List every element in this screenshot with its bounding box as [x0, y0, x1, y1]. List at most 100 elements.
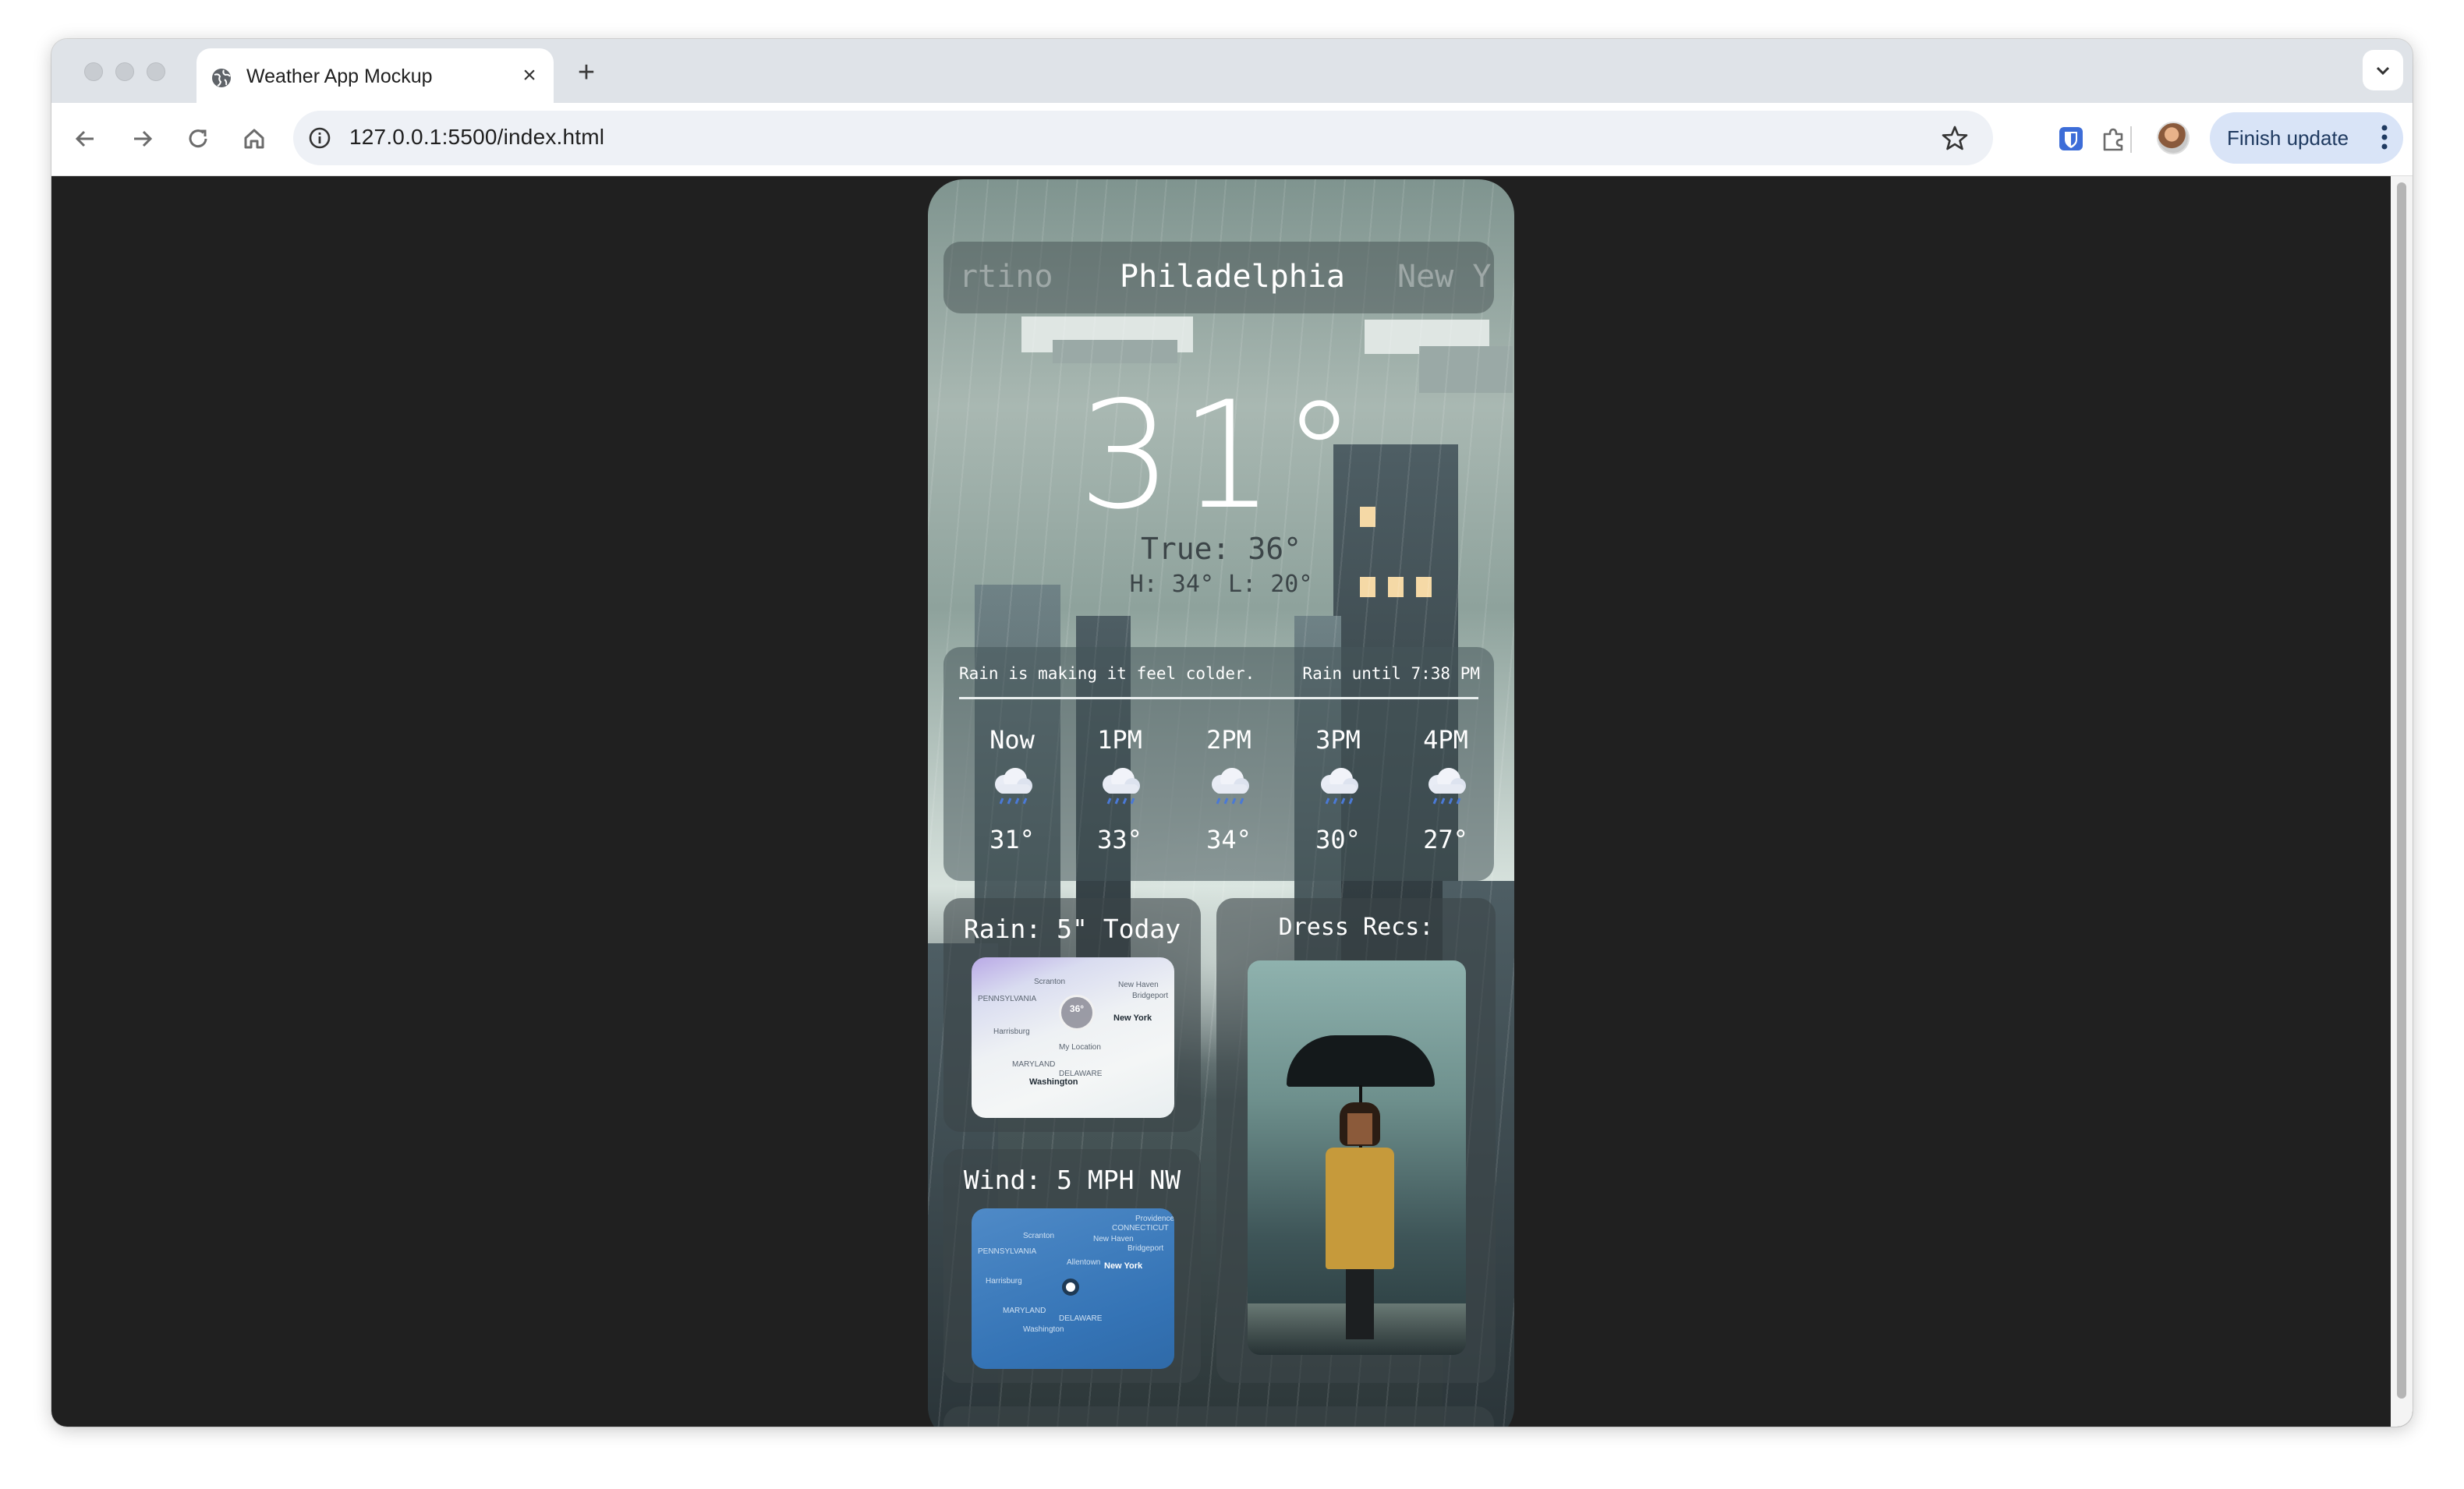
chevron-down-icon [2376, 66, 2390, 76]
wind-card-title: Wind: 5 MPH NW [963, 1165, 1181, 1195]
reload-icon[interactable] [182, 123, 214, 154]
tab-search-button[interactable] [2363, 50, 2403, 90]
map-label: DELAWARE [1059, 1314, 1103, 1323]
map-label: Scranton [1023, 1232, 1055, 1240]
window-close-button[interactable] [84, 62, 103, 81]
site-info-icon[interactable] [307, 126, 332, 150]
map-label: Bridgeport [1128, 1244, 1164, 1253]
person-legs [1346, 1269, 1374, 1339]
tab-close-icon[interactable]: × [516, 62, 543, 89]
profile-avatar[interactable] [2157, 122, 2190, 154]
raincoat-illustration [1326, 1148, 1394, 1269]
map-label: New Haven [1093, 1235, 1134, 1243]
wind-location-marker[interactable] [1062, 1279, 1079, 1296]
tab-title: Weather App Mockup [246, 65, 433, 87]
browser-toolbar: 127.0.0.1:5500/index.html Finish update [51, 103, 2413, 176]
weather-summary: Rain is making it feel colder. [959, 664, 1255, 683]
hour-temp: 30° [1315, 825, 1361, 854]
hour-label: 1PM [1097, 725, 1142, 755]
map-label: Bridgeport [1132, 992, 1169, 1000]
extensions-puzzle-icon[interactable] [2098, 123, 2129, 154]
globe-icon [212, 69, 231, 87]
wind-card[interactable]: Wind: 5 MPH NW Scranton Providence New H… [943, 1149, 1201, 1383]
rain-cloud-icon [1212, 768, 1249, 805]
current-temperature: 31° [1078, 370, 1365, 542]
hour-temp: 31° [989, 825, 1035, 854]
browser-window: Weather App Mockup × + 127.0.0.1:5500/in… [51, 39, 2413, 1427]
location-temp-pin[interactable]: 36° [1059, 995, 1095, 1031]
map-label: New York [1113, 1013, 1152, 1023]
toolbar-separator [2130, 126, 2132, 153]
rain-card[interactable]: Rain: 5" Today Scranton New Haven Bridge… [943, 898, 1201, 1132]
bitwarden-shield-icon[interactable] [2055, 123, 2087, 154]
map-label: Harrisburg [993, 1027, 1030, 1036]
high-low-temperature: H: 34° L: 20° [1129, 571, 1313, 598]
tab-strip: Weather App Mockup × + [51, 39, 2413, 103]
hour-label: Now [989, 725, 1035, 755]
map-label: Washington [1029, 1077, 1078, 1087]
map-label: Providence [1135, 1215, 1174, 1223]
city-current[interactable]: Philadelphia [1120, 259, 1345, 295]
dress-recs-title: Dress Recs: [1278, 914, 1434, 941]
rain-cloud-icon [1103, 768, 1140, 805]
map-label: New York [1104, 1261, 1143, 1271]
map-label: Harrisburg [986, 1277, 1022, 1286]
pin-temp: 36° [1069, 1003, 1085, 1014]
page-scrollbar[interactable] [2391, 176, 2413, 1427]
hour-temp: 33° [1097, 825, 1142, 854]
map-label: New Haven [1118, 981, 1159, 989]
window-zoom-button[interactable] [147, 62, 165, 81]
hour-label: 3PM [1315, 725, 1361, 755]
map-label: DELAWARE [1059, 1070, 1103, 1078]
finish-update-label: Finish update [2227, 126, 2349, 150]
map-label: PENNSYLVANIA [978, 1247, 1037, 1256]
city-next[interactable]: New Y [1397, 259, 1491, 295]
home-icon[interactable] [239, 123, 270, 154]
more-menu-icon[interactable] [2381, 122, 2388, 153]
map-label: CONNECTICUT [1112, 1224, 1169, 1233]
dress-recs-card[interactable]: Dress Recs: [1216, 898, 1496, 1383]
city-selector[interactable]: rtino Philadelphia New Y [943, 242, 1494, 313]
rain-card-title: Rain: 5" Today [963, 914, 1181, 944]
hourly-item: 2PM 34° [1182, 725, 1276, 873]
city-previous[interactable]: rtino [959, 259, 1053, 295]
back-arrow-icon[interactable] [70, 123, 101, 154]
rain-cloud-icon [995, 768, 1032, 805]
bookmark-star-icon[interactable] [1940, 123, 1970, 153]
rain-map[interactable]: Scranton New Haven Bridgeport New York H… [972, 957, 1174, 1118]
hour-temp: 27° [1423, 825, 1468, 854]
map-label: Scranton [1034, 978, 1066, 986]
finish-update-button[interactable]: Finish update [2210, 112, 2403, 164]
window-minimize-button[interactable] [115, 62, 134, 81]
hour-label: 4PM [1423, 725, 1468, 755]
browser-tab[interactable]: Weather App Mockup × [196, 48, 554, 103]
feels-like-temperature: True: 36° [1141, 532, 1301, 566]
map-label: My Location [1059, 1043, 1101, 1052]
url-text[interactable]: 127.0.0.1:5500/index.html [349, 125, 604, 150]
rain-cloud-icon [1428, 768, 1466, 805]
next-card-peek [943, 1406, 1494, 1427]
wind-map[interactable]: Scranton Providence New Haven Bridgeport… [972, 1208, 1174, 1369]
hourly-item: Now 31° [965, 725, 1059, 873]
hour-label: 2PM [1206, 725, 1251, 755]
person-face [1347, 1113, 1372, 1144]
umbrella-illustration [1287, 1035, 1435, 1087]
map-label: MARYLAND [1012, 1060, 1056, 1069]
weather-app[interactable]: rtino Philadelphia New Y 31° True: 36° H… [928, 179, 1514, 1427]
map-label: Washington [1023, 1325, 1064, 1334]
map-label: PENNSYLVANIA [978, 995, 1037, 1003]
map-label: MARYLAND [1003, 1307, 1046, 1315]
dress-recommendation-image [1248, 960, 1466, 1355]
scrollbar-thumb[interactable] [2397, 182, 2406, 1399]
hour-temp: 34° [1206, 825, 1251, 854]
hourly-item: 4PM 27° [1399, 725, 1492, 873]
rain-until: Rain until 7:38 PM [1302, 664, 1480, 683]
page-viewport: rtino Philadelphia New Y 31° True: 36° H… [51, 176, 2413, 1427]
new-tab-button[interactable]: + [571, 58, 602, 89]
hourly-item: 3PM 30° [1291, 725, 1385, 873]
forward-arrow-icon[interactable] [126, 123, 158, 154]
address-bar[interactable]: 127.0.0.1:5500/index.html [293, 111, 1993, 165]
rain-cloud-icon [1321, 768, 1358, 805]
hourly-item: 1PM 33° [1073, 725, 1167, 873]
hourly-forecast-card: Rain is making it feel colder. Rain unti… [943, 647, 1494, 881]
